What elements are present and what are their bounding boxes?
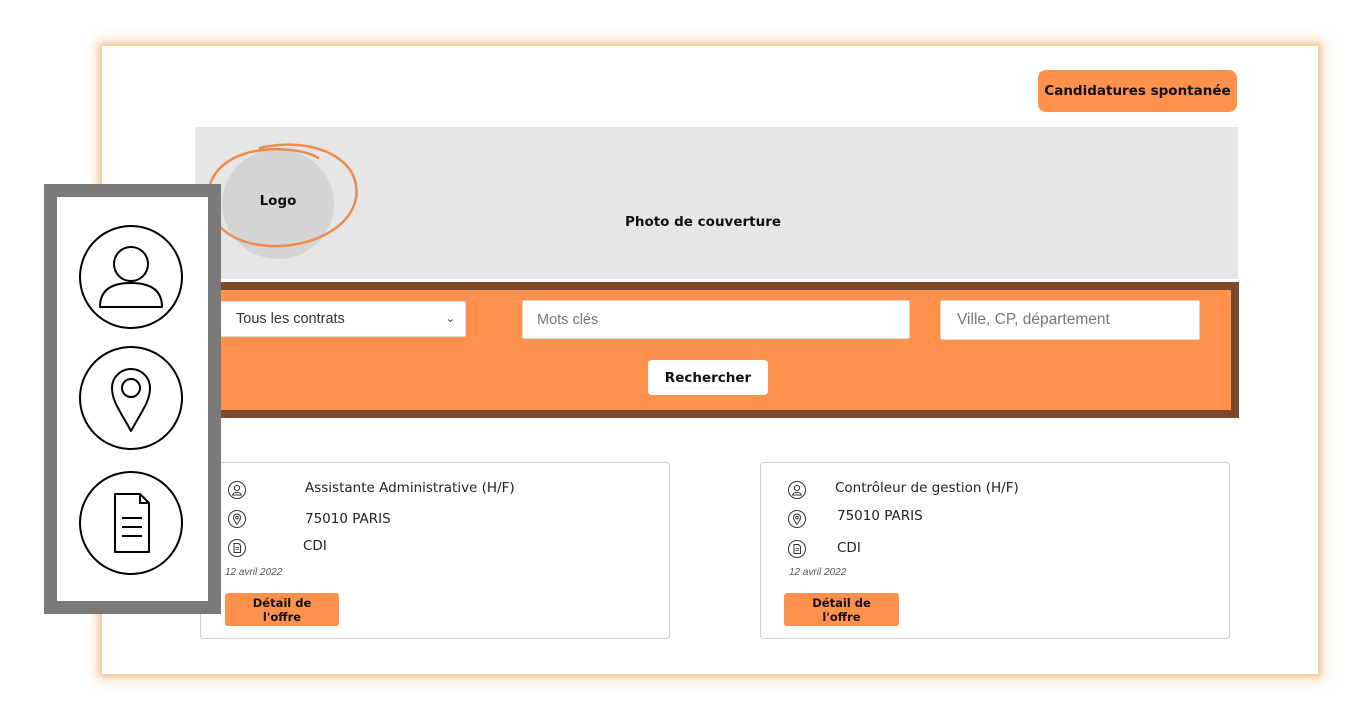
offer-detail-button[interactable]: Détail de l'offre	[225, 593, 339, 626]
offer-contract: CDI	[837, 540, 861, 556]
contract-type-select[interactable]: Tous les contrats ⌄	[220, 301, 466, 337]
search-button[interactable]: Rechercher	[648, 360, 768, 395]
offer-location: 75010 PARIS	[305, 511, 391, 527]
location-pin-icon	[788, 510, 806, 528]
document-icon	[79, 471, 183, 575]
document-icon	[228, 539, 246, 557]
job-offer-card: Contrôleur de gestion (H/F) 75010 PARIS …	[760, 462, 1230, 639]
keywords-input[interactable]	[522, 300, 910, 339]
user-icon	[788, 481, 806, 499]
offer-location: 75010 PARIS	[837, 508, 923, 524]
location-input[interactable]	[940, 300, 1200, 340]
spontaneous-application-button[interactable]: Candidatures spontanée	[1038, 70, 1237, 112]
location-pin-icon	[228, 510, 246, 528]
job-offer-card: Assistante Administrative (H/F) 75010 PA…	[200, 462, 670, 639]
offer-title: Assistante Administrative (H/F)	[305, 480, 515, 496]
chevron-down-icon: ⌄	[445, 313, 455, 325]
icon-legend-panel	[44, 184, 221, 614]
offer-detail-button[interactable]: Détail de l'offre	[784, 593, 899, 626]
offer-title: Contrôleur de gestion (H/F)	[835, 480, 1019, 496]
user-icon	[228, 481, 246, 499]
offer-contract: CDI	[303, 538, 327, 554]
offer-date: 12 avril 2022	[789, 567, 847, 578]
location-pin-icon	[79, 346, 183, 450]
logo-highlight-scribble	[206, 143, 358, 248]
contract-type-value: Tous les contrats	[236, 311, 345, 327]
user-icon	[79, 225, 183, 329]
document-icon	[788, 540, 806, 558]
offer-date: 12 avril 2022	[225, 567, 283, 578]
